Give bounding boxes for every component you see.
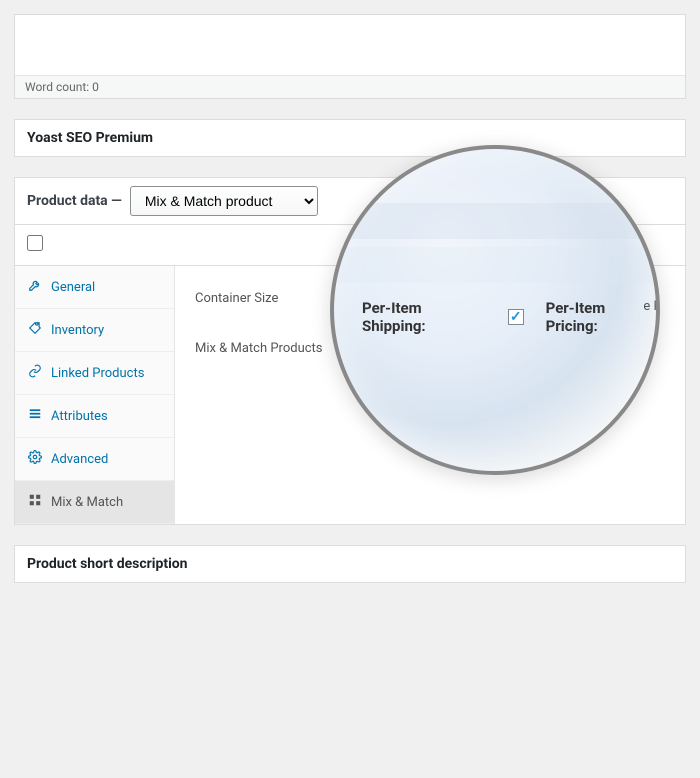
per-item-shipping-checkbox[interactable]: ✓ (508, 309, 524, 325)
tab-inventory[interactable]: Inventory (15, 309, 174, 352)
product-data-label: Product data — (27, 193, 122, 209)
link-icon (27, 364, 43, 382)
editor-area[interactable] (15, 15, 685, 75)
tag-icon (27, 321, 43, 339)
tab-general-label: General (51, 280, 95, 295)
word-count: Word count: 0 (15, 75, 685, 98)
mixmatch-products-label: Mix & Match Products (195, 341, 355, 356)
product-option-checkbox[interactable] (27, 235, 43, 251)
per-item-shipping-label: Per-Item Shipping: (362, 299, 486, 335)
tab-attributes[interactable]: Attributes (15, 395, 174, 438)
wrench-icon (27, 278, 43, 296)
product-tabs-sidebar: General Inventory Linked Products (15, 266, 175, 524)
magnifier-lens: Per-Item Shipping: ✓ Per-Item Pricing: ✓… (330, 145, 660, 475)
grid-icon (27, 493, 43, 511)
tab-inventory-label: Inventory (51, 323, 104, 338)
short-description-panel: Product short description (14, 545, 686, 583)
short-description-title: Product short description (15, 546, 685, 582)
per-item-pricing-label: Per-Item Pricing: (546, 299, 659, 335)
tab-general[interactable]: General (15, 266, 174, 309)
tab-linked-label: Linked Products (51, 366, 144, 381)
gear-icon (27, 450, 43, 468)
lens-edge-text: e Pag (643, 299, 660, 314)
tab-linked-products[interactable]: Linked Products (15, 352, 174, 395)
tab-mix-match[interactable]: Mix & Match (15, 481, 174, 524)
tab-advanced[interactable]: Advanced (15, 438, 174, 481)
tab-mixmatch-label: Mix & Match (51, 495, 123, 510)
tab-attributes-label: Attributes (51, 409, 108, 424)
product-type-select[interactable]: Mix & Match product (130, 186, 318, 216)
list-icon (27, 407, 43, 425)
editor-panel: Word count: 0 (14, 14, 686, 99)
lens-options-row: Per-Item Shipping: ✓ Per-Item Pricing: ✓ (362, 299, 660, 335)
tab-advanced-label: Advanced (51, 452, 108, 467)
check-icon: ✓ (510, 309, 522, 325)
